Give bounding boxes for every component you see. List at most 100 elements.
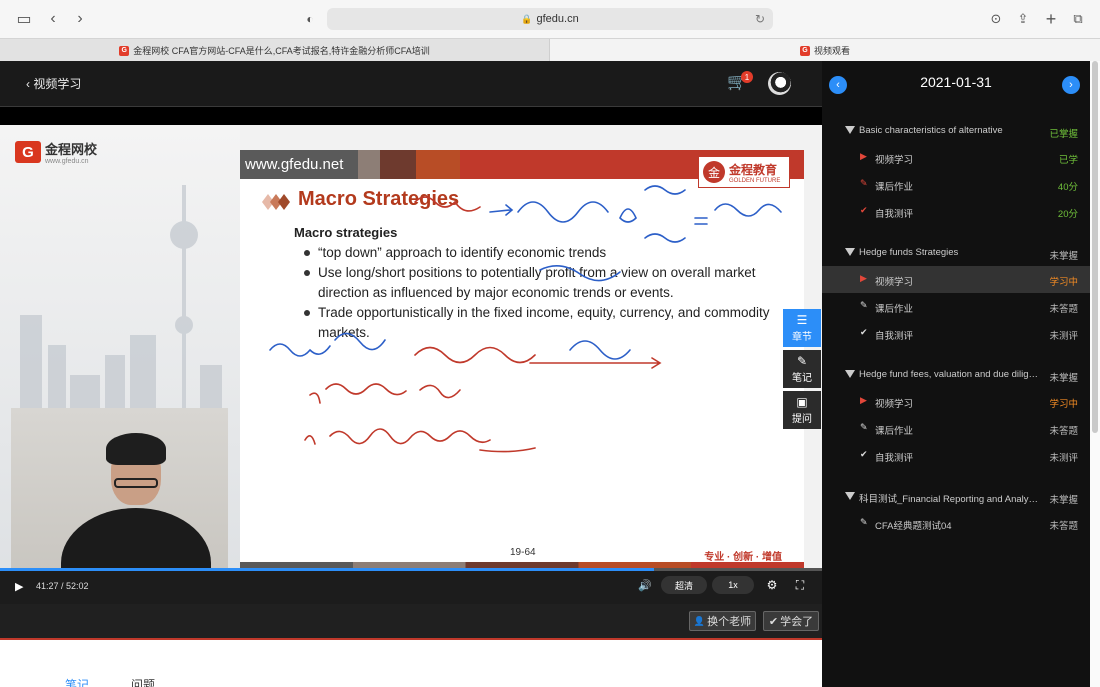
cart-badge: 1 [741,71,753,83]
shield-icon[interactable]: ◐ [300,9,320,29]
section-status: 已掌握 [1049,129,1078,140]
item-label: 自我测评 [875,331,914,342]
fullscreen-icon[interactable]: ⛶ [792,576,808,594]
item-status: 学习中 [1049,399,1078,410]
check-icon: ✔ [860,205,868,215]
user-icon: 👤 [693,615,706,626]
handwritten-annotations [269,185,782,453]
player-topbar: ‹ 视频学习 🛒 1 [0,61,822,107]
new-tab-icon[interactable]: + [1041,9,1061,29]
triangle-down-icon [845,126,855,134]
speed-selector[interactable]: 1x [712,576,754,594]
scroll-thumb[interactable] [1092,61,1098,433]
tab-video[interactable]: G 视频观看 [550,39,1100,62]
list-item[interactable]: ✎ 课后作业 未答题 [822,293,1090,320]
list-item[interactable]: ✎ 课后作业 未答题 [822,415,1090,442]
list-item[interactable]: ▶ 视频学习 学习中 [822,388,1090,415]
tab-notes[interactable]: 笔记 [65,676,89,687]
tab-gfedu-home[interactable]: G 金程网校 CFA官方网站-CFA是什么,CFA考试报名,特许金融分析师CFA… [0,39,550,62]
change-teacher-label: 换个老师 [707,616,752,628]
gfedu-logo: G 金程网校 www.gfedu.cn [15,139,97,165]
triangle-down-icon [845,248,855,256]
pen-icon: ✎ [860,300,868,310]
list-item[interactable]: ✔ 自我测评 未测评 [822,320,1090,347]
list-item[interactable]: ✔ 自我测评 未测评 [822,442,1090,469]
learned-button[interactable]: ✔ 学会了 [763,611,819,631]
slide-page-number: 19-64 [510,547,536,558]
section-hedge-funds-strategies: Hedge funds Strategies 未掌握 ▶ 视频学习 学习中 ✎ … [822,240,1090,347]
forward-icon[interactable]: › [70,9,90,29]
slide-title: Macro Strategies [298,188,460,210]
share-icon[interactable]: ⇪ [1013,9,1033,29]
progress-bar[interactable] [0,568,822,571]
chapters-button[interactable]: ☰ 章节 [783,309,821,347]
notes-button[interactable]: ✎ 笔记 [783,350,821,388]
progress-fill [0,568,655,571]
section-title: Hedge fund fees, valuation and due dilig… [859,369,1039,380]
course-plan-panel: ‹ 2021-01-31 › Basic characteristics of … [822,61,1090,687]
item-label: 视频学习 [875,155,914,166]
section-status: 未掌握 [1049,373,1078,384]
list-item-active[interactable]: ▶ 视频学习 学习中 [822,266,1090,293]
list-item[interactable]: ✎ 课后作业 40分 [822,171,1090,198]
item-status: 已学 [1058,155,1078,166]
ask-question-button[interactable]: ▣ 提问 [783,391,821,429]
video-frame[interactable]: G 金程网校 www.gfedu.cn www.gfedu.net 金 金程教育… [0,125,822,603]
reload-icon[interactable]: ↻ [755,12,765,26]
video-controls: ▶ 41:27 / 52:02 🔊 超清 1x ⚙ ⛶ [0,568,822,604]
brand-cn: 金程教育 [729,162,778,177]
item-label: 视频学习 [875,277,914,288]
section-status: 未掌握 [1049,251,1078,262]
item-label: 自我测评 [875,453,914,464]
comment-icon: ▣ [796,394,808,409]
settings-gear-icon[interactable]: ⚙ [764,576,780,594]
browser-toolbar: ▭ ‹ › ◐ 🔒 gfedu.cn ↻ ⊙ ⇪ + ⧉ [0,0,1100,38]
section-header[interactable]: 科目测试_Financial Reporting and Analysis 未掌… [822,484,1090,510]
avatar[interactable] [768,72,791,95]
section-title: 科目测试_Financial Reporting and Analysis [859,494,1039,505]
section-header[interactable]: Hedge fund fees, valuation and due dilig… [822,362,1090,388]
change-teacher-button[interactable]: 👤 换个老师 [689,611,756,631]
sidebar-toggle-icon[interactable]: ▭ [14,9,34,29]
back-icon[interactable]: ‹ [43,9,63,29]
pen-icon: ✎ [860,178,868,188]
lock-icon: 🔒 [521,13,533,24]
slide-slogan: 专业 · 创新 · 增值 [704,552,782,563]
back-to-video-study[interactable]: ‹ 视频学习 [26,75,81,92]
item-status: 40分 [1057,182,1078,193]
side-tools: ☰ 章节 ✎ 笔记 ▣ 提问 [783,309,821,432]
brand-en: GOLDEN FUTURE [729,177,781,184]
address-bar[interactable]: 🔒 gfedu.cn ↻ [327,8,773,30]
back-label: 视频学习 [33,77,82,91]
volume-icon[interactable]: 🔊 [636,576,654,594]
list-item[interactable]: ✔ 自我测评 20分 [822,198,1090,225]
section-header[interactable]: Hedge funds Strategies 未掌握 [822,240,1090,266]
tab-label: 视频观看 [813,46,850,56]
item-status: 学习中 [1049,277,1078,288]
tool-label: 笔记 [792,372,812,384]
tab-questions[interactable]: 问题 [131,676,155,687]
next-date-icon[interactable]: › [1062,76,1080,94]
gfedu-favicon-icon: G [799,45,810,56]
section-subject-test: 科目测试_Financial Reporting and Analysis 未掌… [822,484,1090,537]
download-icon[interactable]: ⊙ [986,9,1006,29]
section-basic-characteristics: Basic characteristics of alternative 已掌握… [822,118,1090,225]
list-item[interactable]: ▶ 视频学习 已学 [822,144,1090,171]
check-icon: ✔ [860,327,868,337]
section-status: 未掌握 [1049,495,1078,506]
item-label: 课后作业 [875,182,914,193]
section-header[interactable]: Basic characteristics of alternative 已掌握 [822,118,1090,144]
play-icon: ▶ [860,273,867,283]
quality-selector[interactable]: 超清 [661,576,707,594]
logo-name: 金程网校 [45,142,98,157]
golden-future-logo: 金 金程教育 GOLDEN FUTURE [698,156,790,188]
logo-seal-icon: 金 [703,161,725,183]
item-status: 20分 [1057,209,1078,220]
diamond-bullets-icon [262,194,290,210]
page-scrollbar[interactable] [1090,61,1100,687]
list-item[interactable]: ✎ CFA经典题测试04 未答题 [822,510,1090,537]
list-icon: ☰ [796,312,808,327]
play-icon[interactable]: ▶ [15,580,23,593]
check-icon: ✔ [860,449,868,459]
tab-overview-icon[interactable]: ⧉ [1068,9,1088,29]
